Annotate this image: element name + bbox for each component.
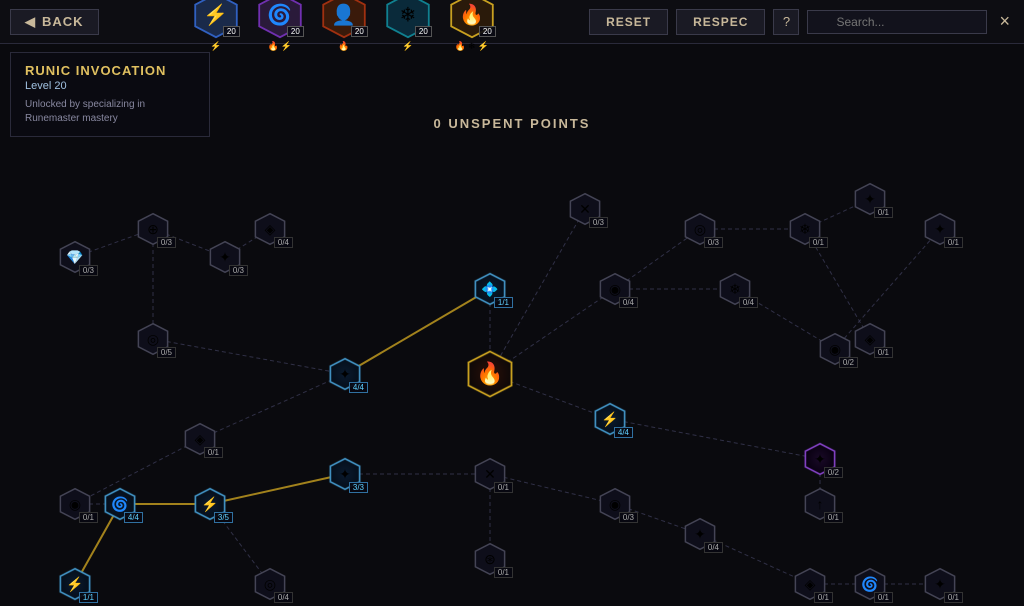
node-n25[interactable]: ✦ 3/3	[328, 457, 362, 491]
node-n30[interactable]: ◉ 0/3	[598, 487, 632, 521]
node-n5[interactable]: ◎ 0/5	[136, 322, 170, 356]
help-button[interactable]: ?	[773, 9, 799, 35]
node-n21[interactable]: ◈ 0/1	[183, 422, 217, 456]
node-n28[interactable]: ⚡ 1/1	[58, 567, 92, 601]
top-bar: ◀ BACK ⚡ 20 ⚡ 🌀 20 🔥⚡ 👤 20	[0, 0, 1024, 44]
node-n22[interactable]: ◉ 0/1	[58, 487, 92, 521]
node-n24[interactable]: ⚡ 3/5	[193, 487, 227, 521]
node-n1[interactable]: 💎 0/3	[58, 240, 92, 274]
node-n11[interactable]: ⚡ 4/4	[593, 402, 627, 436]
node-n14[interactable]: ❄ 0/1	[788, 212, 822, 246]
node-n6[interactable]: ✦ 4/4	[328, 357, 362, 391]
back-arrow-icon: ◀	[25, 14, 36, 30]
node-n13[interactable]: ◎ 0/3	[683, 212, 717, 246]
back-button[interactable]: ◀ BACK	[10, 9, 99, 35]
node-n32[interactable]: ◈ 0/1	[793, 567, 827, 601]
node-n26[interactable]: ✕ 0/1	[473, 457, 507, 491]
node-n15[interactable]: ✦ 0/1	[853, 182, 887, 216]
node-n3[interactable]: ✦ 0/3	[208, 240, 242, 274]
node-n19[interactable]: ✦ 0/2	[803, 442, 837, 476]
node-n23[interactable]: 🌀 4/4	[103, 487, 137, 521]
node-n17[interactable]: ◉ 0/2	[818, 332, 852, 366]
node-n27[interactable]: ⊛ 0/1	[473, 542, 507, 576]
close-button[interactable]: ×	[995, 11, 1014, 32]
node-n7[interactable]: 💠 1/1	[473, 272, 507, 306]
node-n16[interactable]: ◈ 0/1	[853, 322, 887, 356]
node-n8[interactable]: 🔥	[465, 349, 515, 399]
node-n9[interactable]: ✕ 0/3	[568, 192, 602, 226]
node-n31[interactable]: ✦ 0/4	[683, 517, 717, 551]
node-n4[interactable]: ◈ 0/4	[253, 212, 287, 246]
reset-button[interactable]: RESET	[589, 9, 668, 35]
respec-button[interactable]: RESPEC	[676, 9, 765, 35]
node-n12[interactable]: ❄ 0/4	[718, 272, 752, 306]
node-n29[interactable]: ◎ 0/4	[253, 567, 287, 601]
skill-tree: 💎 0/3 ⊕ 0/3 ✦ 0/3	[0, 44, 1024, 606]
node-n34[interactable]: ✦ 0/1	[923, 567, 957, 601]
node-n20[interactable]: ↑ 0/1	[803, 487, 837, 521]
back-label: BACK	[42, 14, 84, 29]
node-n33[interactable]: 🌀 0/1	[853, 567, 887, 601]
node-n10[interactable]: ◉ 0/4	[598, 272, 632, 306]
node-n18[interactable]: ✦ 0/1	[923, 212, 957, 246]
search-input[interactable]	[807, 10, 987, 34]
search-wrap: 🔍	[807, 10, 987, 34]
top-right-controls: RESET RESPEC ? 🔍 ×	[589, 9, 1014, 35]
node-n2[interactable]: ⊕ 0/3	[136, 212, 170, 246]
